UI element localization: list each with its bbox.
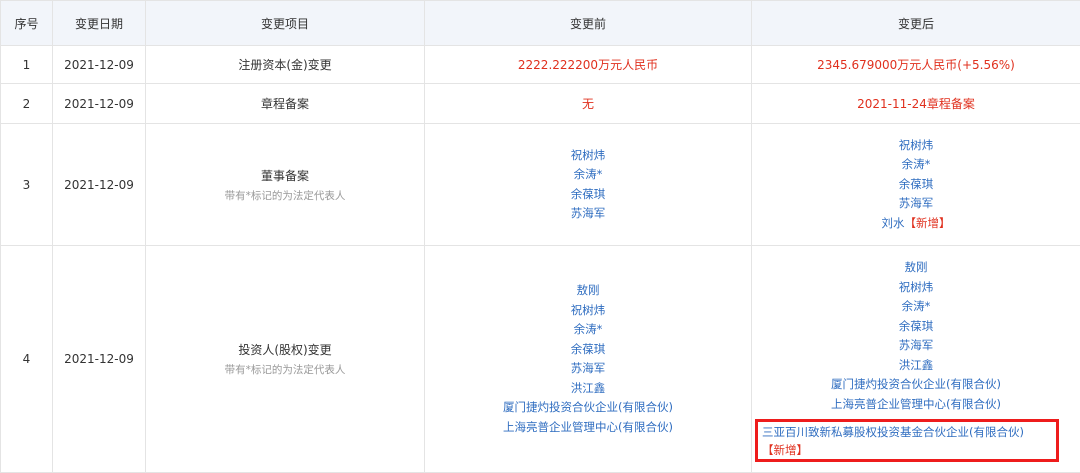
new-investor-entry: 三亚百川致新私募股权投资基金合伙企业(有限合伙) 【新增】 [762, 423, 1062, 459]
header-after: 变更后 [752, 1, 1080, 46]
cell-item: 注册资本(金)变更 [146, 46, 425, 84]
investor-link[interactable]: 敖刚 [905, 260, 928, 274]
cell-after-list: 祝树炜 余涛* 余葆琪 苏海军 刘水【新增】 [752, 124, 1080, 246]
investor-link[interactable]: 上海亮普企业管理中心(有限合伙) [831, 397, 1001, 411]
person-link[interactable]: 余涛* [574, 167, 603, 181]
investor-link[interactable]: 余涛* [902, 299, 931, 313]
cell-date: 2021-12-09 [53, 246, 146, 473]
investor-link[interactable]: 洪江鑫 [899, 358, 934, 372]
item-title: 董事备案 [146, 167, 424, 184]
investor-link[interactable]: 余涛* [574, 322, 603, 336]
person-link-new[interactable]: 刘水 [882, 216, 905, 230]
person-link[interactable]: 祝树炜 [899, 138, 934, 152]
cell-seq: 4 [1, 246, 53, 473]
investor-link[interactable]: 洪江鑫 [571, 381, 606, 395]
item-title: 投资人(股权)变更 [146, 341, 424, 358]
cell-after-value: 2345.679000万元人民币(+5.56%) [752, 46, 1080, 84]
cell-after-value: 2021-11-24章程备案 [752, 84, 1080, 124]
cell-before-value: 2222.222200万元人民币 [425, 46, 752, 84]
table-row: 3 2021-12-09 董事备案 带有*标记的为法定代表人 祝树炜 余涛* 余… [1, 124, 1080, 246]
cell-item: 章程备案 [146, 84, 425, 124]
table-header-row: 序号 变更日期 变更项目 变更前 变更后 [1, 1, 1080, 46]
cell-before-list: 敖刚 祝树炜 余涛* 余葆琪 苏海军 洪江鑫 厦门捷灼投资合伙企业(有限合伙) … [425, 246, 752, 473]
legal-rep-note: 带有*标记的为法定代表人 [146, 362, 424, 377]
person-link[interactable]: 苏海军 [571, 206, 606, 220]
investor-link[interactable]: 厦门捷灼投资合伙企业(有限合伙) [503, 400, 673, 414]
person-link[interactable]: 余涛* [902, 157, 931, 171]
cell-date: 2021-12-09 [53, 124, 146, 246]
cell-item: 董事备案 带有*标记的为法定代表人 [146, 124, 425, 246]
investor-link[interactable]: 上海亮普企业管理中心(有限合伙) [503, 420, 673, 434]
person-link[interactable]: 苏海军 [899, 196, 934, 210]
investor-link[interactable]: 余葆琪 [899, 319, 934, 333]
table-row: 2 2021-12-09 章程备案 无 2021-11-24章程备案 [1, 84, 1080, 124]
investor-link[interactable]: 苏海军 [571, 361, 606, 375]
header-item: 变更项目 [146, 1, 425, 46]
investor-link[interactable]: 祝树炜 [571, 303, 606, 317]
cell-seq: 2 [1, 84, 53, 124]
person-link[interactable]: 余葆琪 [571, 187, 606, 201]
table-row: 1 2021-12-09 注册资本(金)变更 2222.222200万元人民币 … [1, 46, 1080, 84]
person-link[interactable]: 余葆琪 [899, 177, 934, 191]
new-tag: 【新增】 [762, 443, 808, 457]
header-before: 变更前 [425, 1, 752, 46]
investor-link[interactable]: 敖刚 [577, 283, 600, 297]
cell-date: 2021-12-09 [53, 46, 146, 84]
investor-link[interactable]: 余葆琪 [571, 342, 606, 356]
cell-item: 投资人(股权)变更 带有*标记的为法定代表人 [146, 246, 425, 473]
new-tag: 【新增】 [905, 216, 951, 230]
header-date: 变更日期 [53, 1, 146, 46]
investor-link-new[interactable]: 三亚百川致新私募股权投资基金合伙企业(有限合伙) [762, 425, 1024, 439]
header-seq: 序号 [1, 1, 53, 46]
legal-rep-note: 带有*标记的为法定代表人 [146, 188, 424, 203]
person-link[interactable]: 祝树炜 [571, 148, 606, 162]
investor-link[interactable]: 苏海军 [899, 338, 934, 352]
investor-link[interactable]: 厦门捷灼投资合伙企业(有限合伙) [831, 377, 1001, 391]
cell-seq: 3 [1, 124, 53, 246]
cell-seq: 1 [1, 46, 53, 84]
investor-link[interactable]: 祝树炜 [899, 280, 934, 294]
cell-before-value: 无 [425, 84, 752, 124]
change-records-table: 序号 变更日期 变更项目 变更前 变更后 1 2021-12-09 注册资本(金… [0, 0, 1080, 473]
cell-date: 2021-12-09 [53, 84, 146, 124]
cell-before-list: 祝树炜 余涛* 余葆琪 苏海军 [425, 124, 752, 246]
